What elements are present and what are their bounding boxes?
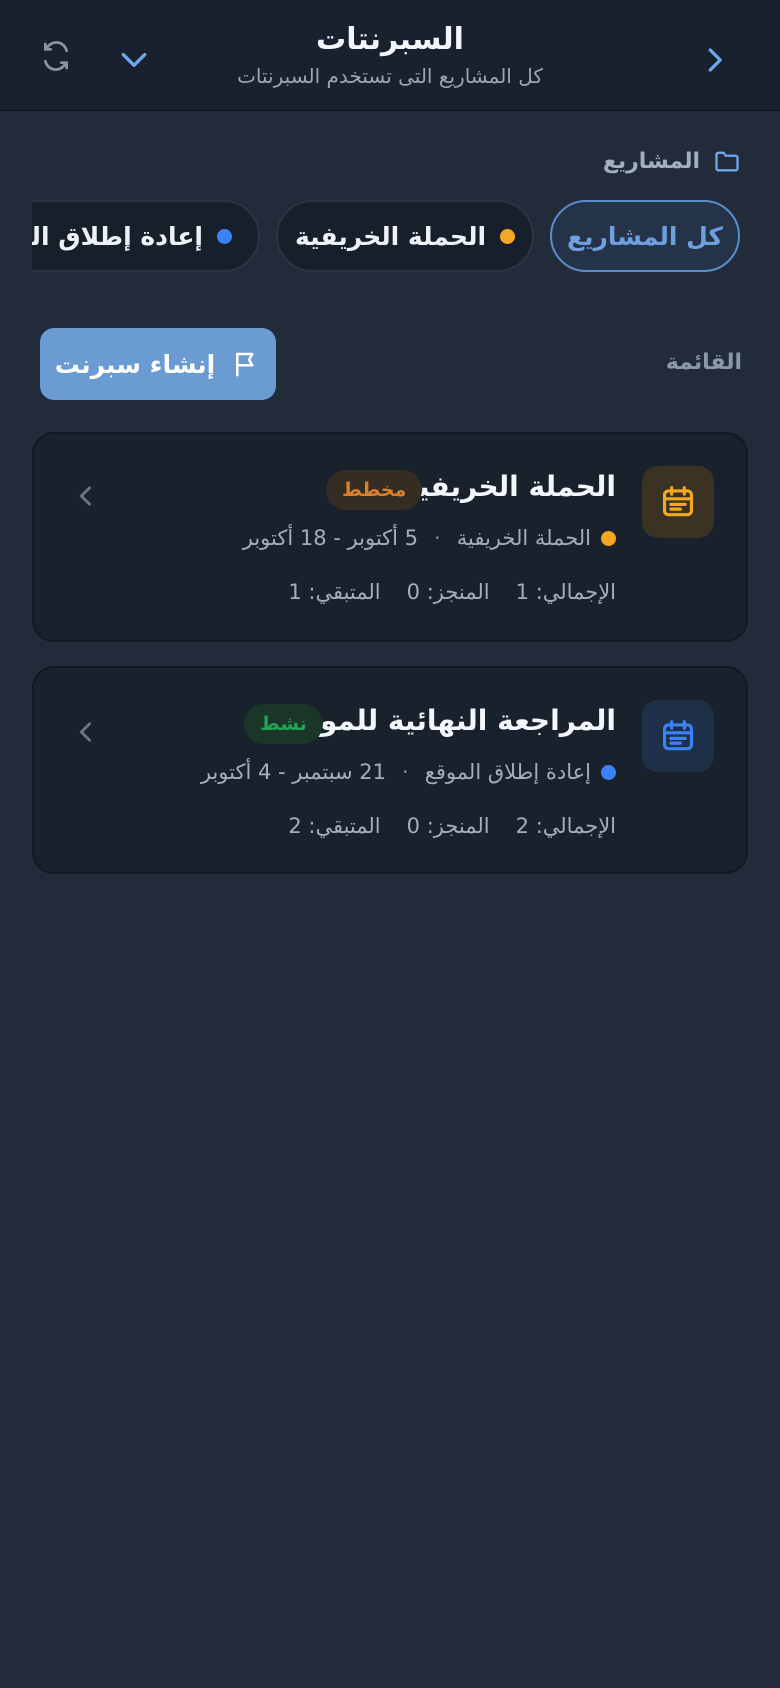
chip-site-relaunch[interactable]: إعادة إطلاق الموقع: [32, 200, 260, 272]
chevron-right-icon: [708, 48, 722, 72]
chip-label: إعادة إطلاق الموقع: [32, 221, 203, 251]
list-label: القائمة: [665, 350, 742, 375]
sprint-meta: الحملة الخريفية · 5 أكتوبر - 18 أكتوبر: [243, 526, 616, 550]
stat-total: الإجمالي: 1: [515, 580, 616, 604]
chevron-down-icon: [121, 52, 147, 68]
flag-icon: [236, 352, 254, 377]
status-badge: مخطط: [326, 470, 423, 510]
sprint-title: المراجعة النهائية للموقع: [282, 704, 616, 737]
back-button[interactable]: [686, 32, 742, 88]
projects-label-text: المشاريع: [602, 148, 700, 174]
project-filter-chips: كل المشاريع الحملة الخريفية إعادة إطلاق …: [32, 200, 780, 274]
chevron-left-icon: [79, 722, 91, 742]
stat-done: المنجز: 0: [406, 814, 490, 838]
chip-all-projects[interactable]: كل المشاريع: [550, 200, 740, 272]
sprint-project: إعادة إطلاق الموقع: [424, 760, 591, 784]
calendar-icon: [662, 720, 694, 751]
meta-separator: ·: [434, 526, 441, 550]
project-color-dot: [601, 530, 616, 546]
expand-button[interactable]: [106, 32, 162, 88]
stat-done: المنجز: 0: [406, 580, 490, 604]
sprint-dates: 5 أكتوبر - 18 أكتوبر: [242, 526, 419, 550]
page-title: السبرنتات: [316, 22, 464, 57]
refresh-button[interactable]: [28, 28, 84, 84]
calendar-icon: [662, 486, 694, 517]
projects-label: المشاريع: [603, 144, 742, 178]
stat-remaining: المتبقي: 1: [288, 580, 381, 604]
sprints-screen: السبرنتات كل المشاريع التى تستخدم السبرن…: [0, 0, 780, 1688]
folder-icon: [715, 151, 739, 172]
sprint-dates: 21 سبتمبر - 4 أكتوبر: [200, 760, 387, 784]
refresh-icon: [44, 41, 68, 71]
sprint-project: الحملة الخريفية: [456, 526, 591, 550]
project-color-dot: [601, 764, 616, 780]
create-sprint-label: إنشاء سبرنت: [54, 349, 216, 379]
stat-remaining: المتبقي: 2: [288, 814, 381, 838]
chip-label: كل المشاريع: [567, 221, 723, 251]
page-subtitle: كل المشاريع التى تستخدم السبرنتات: [237, 64, 543, 88]
project-color-dot: [217, 228, 232, 244]
chevron-left-icon: [79, 486, 91, 506]
chip-label: الحملة الخريفية: [294, 221, 487, 251]
sprint-stats: الإجمالي: 1 المنجز: 0 المتبقي: 1: [288, 580, 616, 604]
sprint-card[interactable]: الحملة الخريفية مخطط الحملة الخريفية · 5…: [32, 432, 748, 642]
status-badge: نشط: [244, 704, 323, 744]
sprint-stats: الإجمالي: 2 المنجز: 0 المتبقي: 2: [288, 814, 616, 838]
sprint-icon-wrap: [642, 700, 714, 772]
meta-separator: ·: [402, 760, 409, 784]
sprint-card[interactable]: المراجعة النهائية للموقع نشط إعادة إطلاق…: [32, 666, 748, 874]
sprint-meta: إعادة إطلاق الموقع · 21 سبتمبر - 4 أكتوب…: [201, 760, 616, 784]
sprint-icon-wrap: [642, 466, 714, 538]
sprint-title: الحملة الخريفية: [401, 470, 616, 503]
create-sprint-button[interactable]: إنشاء سبرنت: [40, 328, 276, 400]
app-header: السبرنتات كل المشاريع التى تستخدم السبرن…: [0, 0, 780, 111]
chip-fall-campaign[interactable]: الحملة الخريفية: [276, 200, 534, 272]
project-color-dot: [500, 228, 516, 244]
stat-total: الإجمالي: 2: [515, 814, 616, 838]
